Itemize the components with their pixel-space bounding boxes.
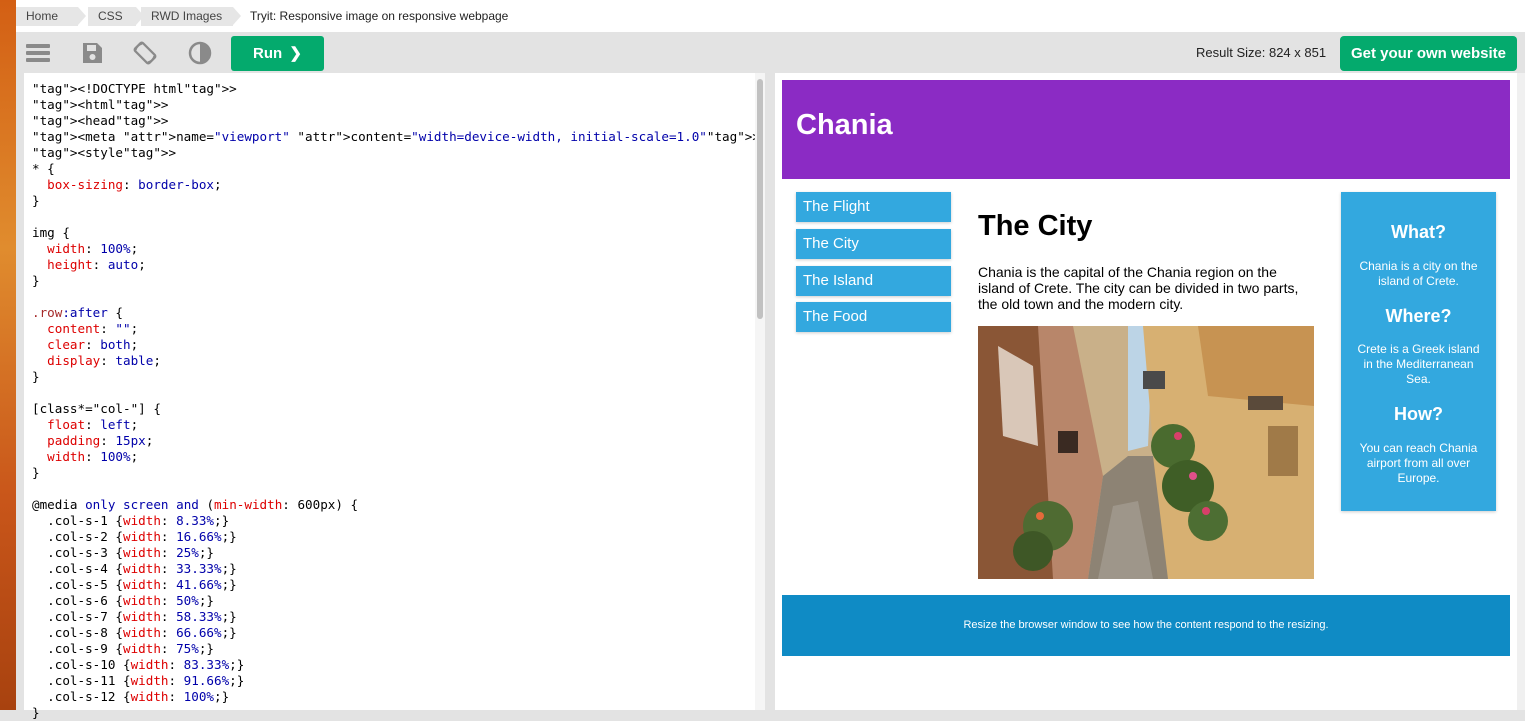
aside-heading-where: Where?: [1385, 306, 1452, 326]
result-scrollbar[interactable]: [1517, 73, 1525, 710]
breadcrumb-rwd-images[interactable]: RWD Images: [141, 7, 241, 26]
breadcrumb: Home CSS RWD Images Tryit: Responsive im…: [16, 0, 1525, 32]
menu-item-flight[interactable]: The Flight: [796, 192, 951, 222]
info-aside: What? Chania is a city on the island of …: [1341, 192, 1496, 511]
menu-item-food[interactable]: The Food: [796, 302, 951, 332]
aside-text-how: You can reach Chania airport from all ov…: [1359, 441, 1478, 485]
result-header: Chania: [782, 80, 1510, 179]
result-size-label: Result Size: 824 x 851: [1196, 45, 1327, 60]
chania-street-photo: [978, 326, 1314, 579]
run-button-label: Run: [253, 45, 283, 62]
rotate-screen-icon[interactable]: [133, 41, 157, 65]
aside-text-what: Chania is a city on the island of Crete.: [1359, 259, 1478, 288]
contrast-icon[interactable]: [188, 41, 212, 65]
get-your-own-website-button[interactable]: Get your own website: [1340, 36, 1517, 71]
aside-heading-how: How?: [1394, 404, 1443, 424]
result-header-title: Chania: [796, 109, 893, 141]
editor-scrollbar[interactable]: [755, 73, 765, 710]
menu-item-city[interactable]: The City: [796, 229, 951, 259]
pane-divider[interactable]: [765, 73, 775, 710]
breadcrumb-css[interactable]: CSS: [88, 7, 144, 26]
main-text: Chania is the capital of the Chania regi…: [978, 264, 1299, 312]
result-pane: Chania The Flight The City The Island Th…: [775, 73, 1517, 710]
hamburger-menu-icon[interactable]: [26, 41, 50, 65]
result-footer: Resize the browser window to see how the…: [782, 595, 1510, 656]
chevron-right-icon: ❯: [289, 45, 302, 62]
run-button[interactable]: Run ❯: [231, 36, 324, 71]
aside-heading-what: What?: [1391, 222, 1446, 242]
breadcrumb-home[interactable]: Home: [16, 7, 86, 26]
main-heading: The City: [978, 210, 1093, 242]
code-text[interactable]: "tag"><!DOCTYPE html"tag">> "tag"><html"…: [32, 81, 760, 721]
toolbar: Run ❯ Result Size: 824 x 851 Get your ow…: [16, 32, 1525, 72]
editor-scrollbar-thumb[interactable]: [757, 79, 763, 319]
code-editor[interactable]: "tag"><!DOCTYPE html"tag">> "tag"><html"…: [24, 73, 765, 720]
desktop-background-edge: [0, 0, 16, 710]
aside-text-where: Crete is a Greek island in the Mediterra…: [1357, 342, 1480, 386]
save-icon[interactable]: [80, 41, 104, 65]
breadcrumb-current-page: Tryit: Responsive image on responsive we…: [250, 9, 509, 23]
menu-item-island[interactable]: The Island: [796, 266, 951, 296]
